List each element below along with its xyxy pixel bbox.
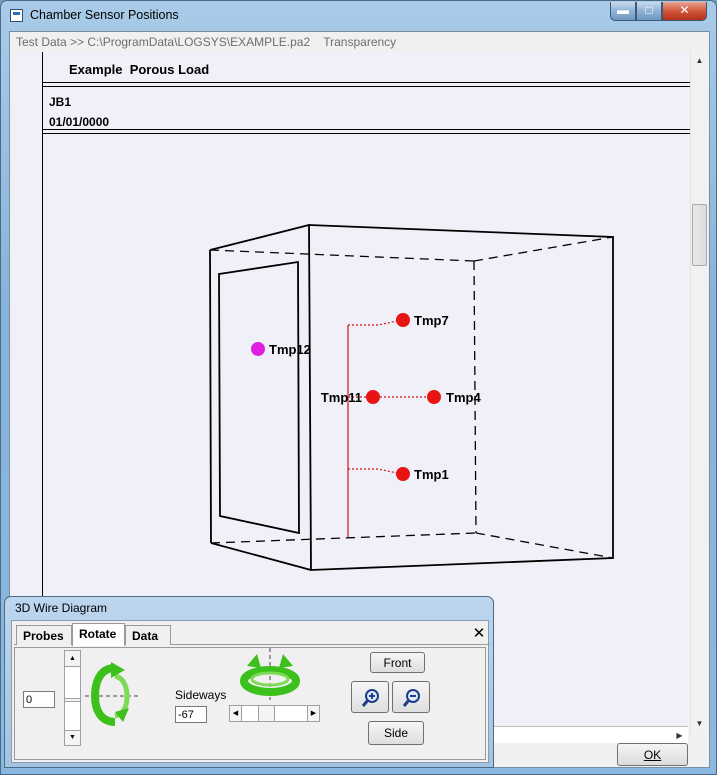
slider-thumb[interactable]	[258, 706, 275, 721]
chamber-edge	[209, 224, 310, 251]
tab-rotate[interactable]: Rotate	[72, 623, 125, 646]
sensor-marker-tmp4[interactable]	[427, 390, 441, 404]
chamber-door	[218, 260, 300, 535]
app-icon	[10, 9, 23, 22]
ok-button[interactable]: OK	[617, 743, 688, 766]
tab-strip: Probes Rotate Data ✕	[14, 623, 490, 646]
sensor-label-tmp12: Tmp12	[269, 342, 311, 357]
sensor-label-tmp4: Tmp4	[446, 390, 481, 405]
probe-wire	[348, 468, 403, 475]
rotate-vertical-icon	[85, 662, 141, 726]
scroll-down-arrow[interactable]: ▼	[691, 715, 708, 732]
sensor-marker-tmp12[interactable]	[251, 342, 265, 356]
slider-right-arrow[interactable]: ▶	[307, 706, 319, 721]
front-view-button[interactable]: Front	[370, 652, 425, 673]
vertical-rotation-field[interactable]	[23, 691, 55, 708]
sensor-marker-tmp1[interactable]	[396, 467, 410, 481]
probe-wires	[347, 319, 433, 537]
rotate-horizontal-icon	[240, 648, 300, 700]
sideways-field[interactable]	[175, 706, 207, 723]
sideways-slider[interactable]: ◀ ▶	[229, 705, 320, 722]
chamber-box	[209, 224, 614, 571]
maximize-button[interactable]: □	[636, 2, 662, 21]
menu-bar[interactable]: Test Data >> C:\ProgramData\LOGSYS\EXAMP…	[10, 32, 709, 52]
zoom-out-icon	[402, 689, 420, 707]
sensor-label-tmp1: Tmp1	[414, 467, 449, 482]
wire-diagram-window: 3D Wire Diagram Probes Rotate Data ✕ ▲ ▼	[4, 596, 494, 768]
scroll-up-arrow[interactable]: ▲	[691, 52, 708, 69]
probe-wire	[348, 319, 403, 326]
zoom-in-button[interactable]	[351, 681, 389, 713]
sensor-marker-tmp7[interactable]	[396, 313, 410, 327]
chamber-edge	[210, 542, 312, 571]
slider-left-arrow[interactable]: ◀	[230, 706, 242, 721]
sensor-label-tmp7: Tmp7	[414, 313, 449, 328]
horizontal-scrollbar[interactable]: ▶	[488, 726, 688, 743]
hidden-edge	[209, 249, 475, 262]
close-button[interactable]: ✕	[662, 2, 707, 21]
rotate-panel: ▲ ▼ Sideways ◀ ▶	[14, 647, 486, 760]
vertical-rotation-slider[interactable]: ▲ ▼	[64, 650, 81, 746]
window-title: Chamber Sensor Positions	[30, 8, 179, 22]
hidden-edge	[473, 236, 614, 262]
sensor-label-tmp11: Tmp11	[321, 390, 362, 405]
minimize-button[interactable]: ▬	[610, 2, 636, 21]
sideways-label: Sideways	[175, 688, 227, 702]
child-window-title: 3D Wire Diagram	[15, 601, 108, 615]
side-view-button[interactable]: Side	[368, 721, 424, 745]
title-bar[interactable]: Chamber Sensor Positions ▬ □ ✕	[1, 1, 716, 31]
chamber-edge	[209, 249, 212, 544]
ok-button-label: OK	[643, 747, 662, 762]
scroll-thumb[interactable]	[692, 204, 707, 266]
child-window-body: Probes Rotate Data ✕ ▲ ▼ Sideways	[11, 620, 490, 763]
slider-track[interactable]	[65, 701, 80, 731]
sensor-layer: Tmp12 Tmp7 Tmp11 Tmp4 Tmp1	[251, 313, 481, 482]
scroll-right-arrow[interactable]: ▶	[671, 727, 688, 744]
sensor-marker-tmp11[interactable]	[366, 390, 380, 404]
child-close-icon[interactable]: ✕	[471, 626, 487, 642]
spin-down-arrow[interactable]: ▼	[65, 730, 80, 745]
tab-data[interactable]: Data	[125, 625, 171, 645]
tab-probes[interactable]: Probes	[16, 625, 72, 645]
vertical-scrollbar[interactable]: ▲ ▼	[690, 52, 708, 735]
hidden-edge	[475, 532, 614, 559]
slider-track[interactable]	[65, 666, 80, 699]
zoom-out-button[interactable]	[392, 681, 430, 713]
hidden-edge	[210, 532, 477, 544]
spin-up-arrow[interactable]: ▲	[65, 651, 80, 666]
zoom-in-icon	[361, 689, 379, 707]
hidden-edges	[209, 236, 614, 559]
